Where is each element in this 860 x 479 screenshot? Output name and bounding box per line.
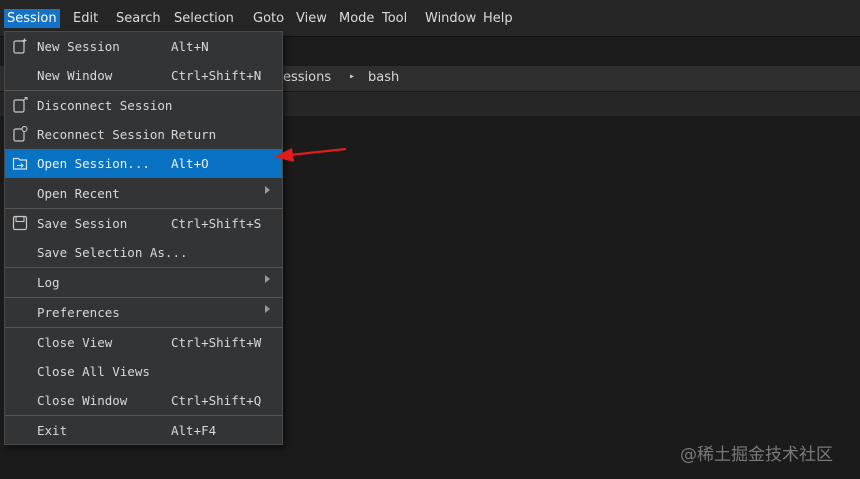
menu-item-label: Close Window <box>37 393 128 408</box>
menu-item-label: New Window <box>37 68 113 83</box>
save-icon <box>12 215 28 231</box>
menu-item-disconnect-session[interactable]: Disconnect Session <box>5 91 282 120</box>
menu-item-open-recent[interactable]: Open Recent <box>5 179 282 208</box>
menu-selection[interactable]: Selection <box>171 9 237 28</box>
menu-item-label: Open Session... <box>37 156 150 171</box>
menu-item-label: Save Session <box>37 216 128 231</box>
menu-window[interactable]: Window <box>422 9 479 28</box>
menu-item-label: Disconnect Session <box>37 98 173 113</box>
menu-mode[interactable]: Mode <box>336 9 377 28</box>
menu-edit[interactable]: Edit <box>70 9 101 28</box>
menu-item-open-session[interactable]: Open Session... Alt+O <box>5 149 282 178</box>
menu-item-shortcut: Ctrl+Shift+S <box>171 216 262 231</box>
menu-item-close-all-views[interactable]: Close All Views <box>5 357 282 386</box>
menu-item-close-window[interactable]: Close Window Ctrl+Shift+Q <box>5 386 282 415</box>
menu-search[interactable]: Search <box>113 9 164 28</box>
menu-item-reconnect-session[interactable]: Reconnect Session Return <box>5 120 282 149</box>
menu-session[interactable]: Session <box>4 9 60 28</box>
menu-item-exit[interactable]: Exit Alt+F4 <box>5 416 282 445</box>
menu-item-label: Close View <box>37 335 113 350</box>
menu-item-label: Open Recent <box>37 186 120 201</box>
menu-tool[interactable]: Tool <box>379 9 410 28</box>
menu-item-label: Exit <box>37 423 68 438</box>
submenu-arrow-icon <box>265 305 270 313</box>
watermark: @稀土掘金技术社区 <box>680 445 833 465</box>
menu-view[interactable]: View <box>293 9 330 28</box>
menu-item-preferences[interactable]: Preferences <box>5 298 282 327</box>
annotation-arrow-icon <box>274 147 347 162</box>
new-session-icon <box>13 38 27 54</box>
menu-item-shortcut: Return <box>171 127 217 142</box>
menu-item-shortcut: Ctrl+Shift+W <box>171 335 262 350</box>
menu-item-new-session[interactable]: New Session Alt+N <box>5 32 282 61</box>
session-menu: New Session Alt+N New Window Ctrl+Shift+… <box>4 31 283 445</box>
menu-item-label: Close All Views <box>37 364 150 379</box>
open-folder-icon <box>12 157 28 170</box>
menu-item-label: Log <box>37 275 60 290</box>
submenu-arrow-icon <box>265 186 270 194</box>
menu-item-shortcut: Ctrl+Shift+N <box>171 68 262 83</box>
menu-item-shortcut: Alt+F4 <box>171 423 217 438</box>
menu-item-log[interactable]: Log <box>5 268 282 297</box>
menu-item-save-selection-as[interactable]: Save Selection As... <box>5 238 282 267</box>
reconnect-icon <box>13 126 28 142</box>
menu-item-shortcut: Alt+O <box>171 156 209 171</box>
menu-item-label: Preferences <box>37 305 120 320</box>
menu-item-label: Save Selection As... <box>37 245 188 260</box>
menu-item-label: Reconnect Session <box>37 127 165 142</box>
menu-item-label: New Session <box>37 39 120 54</box>
disconnect-icon <box>13 97 28 113</box>
menu-item-shortcut: Alt+N <box>171 39 209 54</box>
menu-item-new-window[interactable]: New Window Ctrl+Shift+N <box>5 61 282 90</box>
menu-item-save-session[interactable]: Save Session Ctrl+Shift+S <box>5 209 282 238</box>
menu-help[interactable]: Help <box>480 9 516 28</box>
breadcrumb-item-bash[interactable]: bash <box>368 70 399 85</box>
breadcrumb-separator-icon: ▸ <box>349 71 356 82</box>
menu-goto[interactable]: Goto <box>250 9 287 28</box>
menu-item-shortcut: Ctrl+Shift+Q <box>171 393 262 408</box>
submenu-arrow-icon <box>265 275 270 283</box>
menu-item-close-view[interactable]: Close View Ctrl+Shift+W <box>5 328 282 357</box>
breadcrumb-item-sessions[interactable]: essions <box>283 70 331 85</box>
